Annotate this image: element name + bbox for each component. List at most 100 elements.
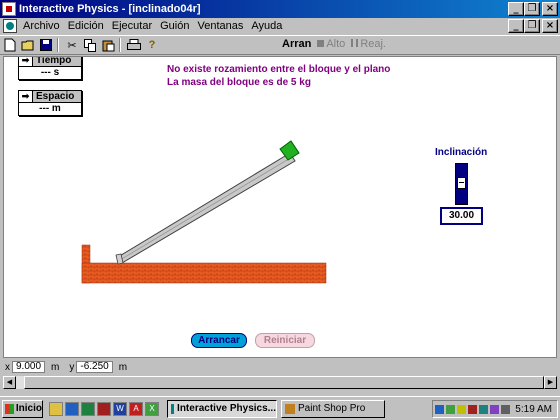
info-line-1: No existe rozamiento entre el bloque y e… <box>167 64 391 75</box>
save-icon[interactable] <box>38 37 54 53</box>
open-folder-icon[interactable] <box>20 37 36 53</box>
arrow-right-icon: ➡ <box>19 57 33 66</box>
simulation-canvas[interactable]: ➡ Tiempo --- s ➡ Espacio --- m No existe… <box>3 56 557 358</box>
stop-icon <box>317 40 325 47</box>
print-icon[interactable] <box>126 37 142 53</box>
stop-label: Alto <box>326 38 346 50</box>
toolbar: ✂ ? Arran Alto Reaj. <box>0 35 560 55</box>
start-button[interactable]: Inicio <box>2 399 43 418</box>
arrow-right-icon: ➡ <box>19 91 33 102</box>
tray-icon[interactable] <box>468 404 477 414</box>
title-bar: Interactive Physics - [inclinado04r] _ ❐… <box>0 0 560 18</box>
doc-close-button[interactable]: × <box>542 19 558 33</box>
stop-button[interactable]: Alto <box>317 38 345 50</box>
tiempo-meter-header: ➡ Tiempo <box>19 56 81 67</box>
menu-ventanas[interactable]: Ventanas <box>193 20 247 32</box>
minimize-button[interactable]: _ <box>508 2 524 16</box>
y-prefix: y <box>69 361 75 373</box>
app-icon[interactable] <box>2 2 16 16</box>
folder-icon[interactable] <box>49 401 63 416</box>
tray-icon[interactable] <box>446 404 455 414</box>
cut-icon[interactable]: ✂ <box>64 37 80 53</box>
reset-label: Reaj. <box>360 38 386 50</box>
excel-icon[interactable]: X <box>145 401 159 416</box>
espacio-meter[interactable]: ➡ Espacio --- m <box>18 90 82 116</box>
tiempo-meter[interactable]: ➡ Tiempo --- s <box>18 56 82 80</box>
globe-icon[interactable] <box>65 401 79 416</box>
x-coordinate: 9.000 <box>12 361 46 373</box>
coordinate-bar: x 9.000 m y -6.250 m <box>3 360 557 374</box>
document-icon[interactable] <box>3 19 17 33</box>
app-icon-red[interactable] <box>97 401 111 416</box>
start-label: Inicio <box>15 403 42 414</box>
window-title: Interactive Physics - [inclinado04r] <box>19 3 201 15</box>
paste-icon[interactable] <box>100 37 116 53</box>
task-label: Interactive Physics... <box>177 403 276 414</box>
desktop-icon[interactable] <box>81 401 95 416</box>
inclination-label: Inclinación <box>435 147 488 158</box>
tiempo-label: Tiempo <box>36 56 72 66</box>
task-interactive-physics[interactable]: Interactive Physics... <box>167 399 277 418</box>
quick-launch: W A X <box>49 401 159 416</box>
x-prefix: x <box>5 361 10 373</box>
reset-button[interactable]: Reaj. <box>351 38 386 50</box>
scroll-right-icon[interactable]: ▶ <box>544 376 557 389</box>
tray-icon[interactable] <box>457 404 466 414</box>
menu-archivo[interactable]: Archivo <box>19 20 64 32</box>
word-icon[interactable]: W <box>113 401 127 416</box>
menu-ayuda[interactable]: Ayuda <box>247 20 286 32</box>
close-button[interactable]: × <box>542 2 558 16</box>
tray-icon[interactable] <box>479 404 488 414</box>
y-coordinate: -6.250 <box>76 361 113 373</box>
acrobat-icon[interactable]: A <box>129 401 143 416</box>
menu-guion[interactable]: Guión <box>156 20 193 32</box>
system-tray: 5:19 AM <box>432 400 558 418</box>
run-button[interactable]: Arran <box>282 38 311 50</box>
speaker-icon[interactable] <box>501 404 510 414</box>
info-line-2: La masa del bloque es de 5 kg <box>167 77 311 88</box>
toolbar-separator <box>57 38 59 52</box>
document-controls: _ ❐ × <box>508 19 558 33</box>
menu-edicion[interactable]: Edición <box>64 20 108 32</box>
task-label: Paint Shop Pro <box>298 403 366 414</box>
tiempo-value: --- s <box>40 67 60 78</box>
inclined-plane <box>115 152 296 265</box>
inclination-value[interactable]: 30.00 <box>440 207 483 225</box>
paint-shop-icon <box>285 403 295 414</box>
window-controls: _ ❐ × <box>508 2 558 16</box>
physics-icon <box>171 403 175 414</box>
clock[interactable]: 5:19 AM <box>515 404 552 415</box>
taskbar: Inicio W A X Interactive Physics... Pain… <box>0 396 560 420</box>
run-controls: Arran Alto Reaj. <box>282 38 386 50</box>
x-unit: m <box>51 361 60 373</box>
espacio-meter-header: ➡ Espacio <box>19 91 81 103</box>
help-icon[interactable]: ? <box>144 37 160 53</box>
arrancar-button[interactable]: Arrancar <box>191 333 247 348</box>
tray-icon[interactable] <box>435 404 444 414</box>
restore-button[interactable]: ❐ <box>524 2 540 16</box>
espacio-value: --- m <box>39 103 61 114</box>
y-unit: m <box>118 361 128 373</box>
scroll-left-icon[interactable]: ◀ <box>3 376 16 389</box>
windows-logo-icon <box>5 403 14 414</box>
doc-restore-button[interactable]: ❐ <box>524 19 540 33</box>
info-text: No existe rozamiento entre el bloque y e… <box>167 63 390 89</box>
reiniciar-button[interactable]: Reiniciar <box>255 333 315 348</box>
new-file-icon[interactable] <box>2 37 18 53</box>
reset-icon <box>351 39 359 47</box>
tray-icon[interactable] <box>490 404 499 414</box>
doc-minimize-button[interactable]: _ <box>508 19 524 33</box>
espacio-label: Espacio <box>36 91 75 102</box>
inclination-slider[interactable] <box>455 163 468 205</box>
app-window: Interactive Physics - [inclinado04r] _ ❐… <box>0 0 560 420</box>
toolbar-separator <box>119 38 121 52</box>
scroll-track[interactable] <box>16 376 544 389</box>
horizontal-scrollbar[interactable]: ◀ ▶ <box>3 376 557 389</box>
menu-bar: Archivo Edición Ejecutar Guión Ventanas … <box>0 18 560 34</box>
scroll-thumb[interactable] <box>24 376 544 389</box>
task-paint-shop-pro[interactable]: Paint Shop Pro <box>281 399 385 418</box>
copy-icon[interactable] <box>82 37 98 53</box>
menu-ejecutar[interactable]: Ejecutar <box>108 20 156 32</box>
ground-floor <box>81 262 327 284</box>
slider-thumb[interactable] <box>457 177 466 189</box>
